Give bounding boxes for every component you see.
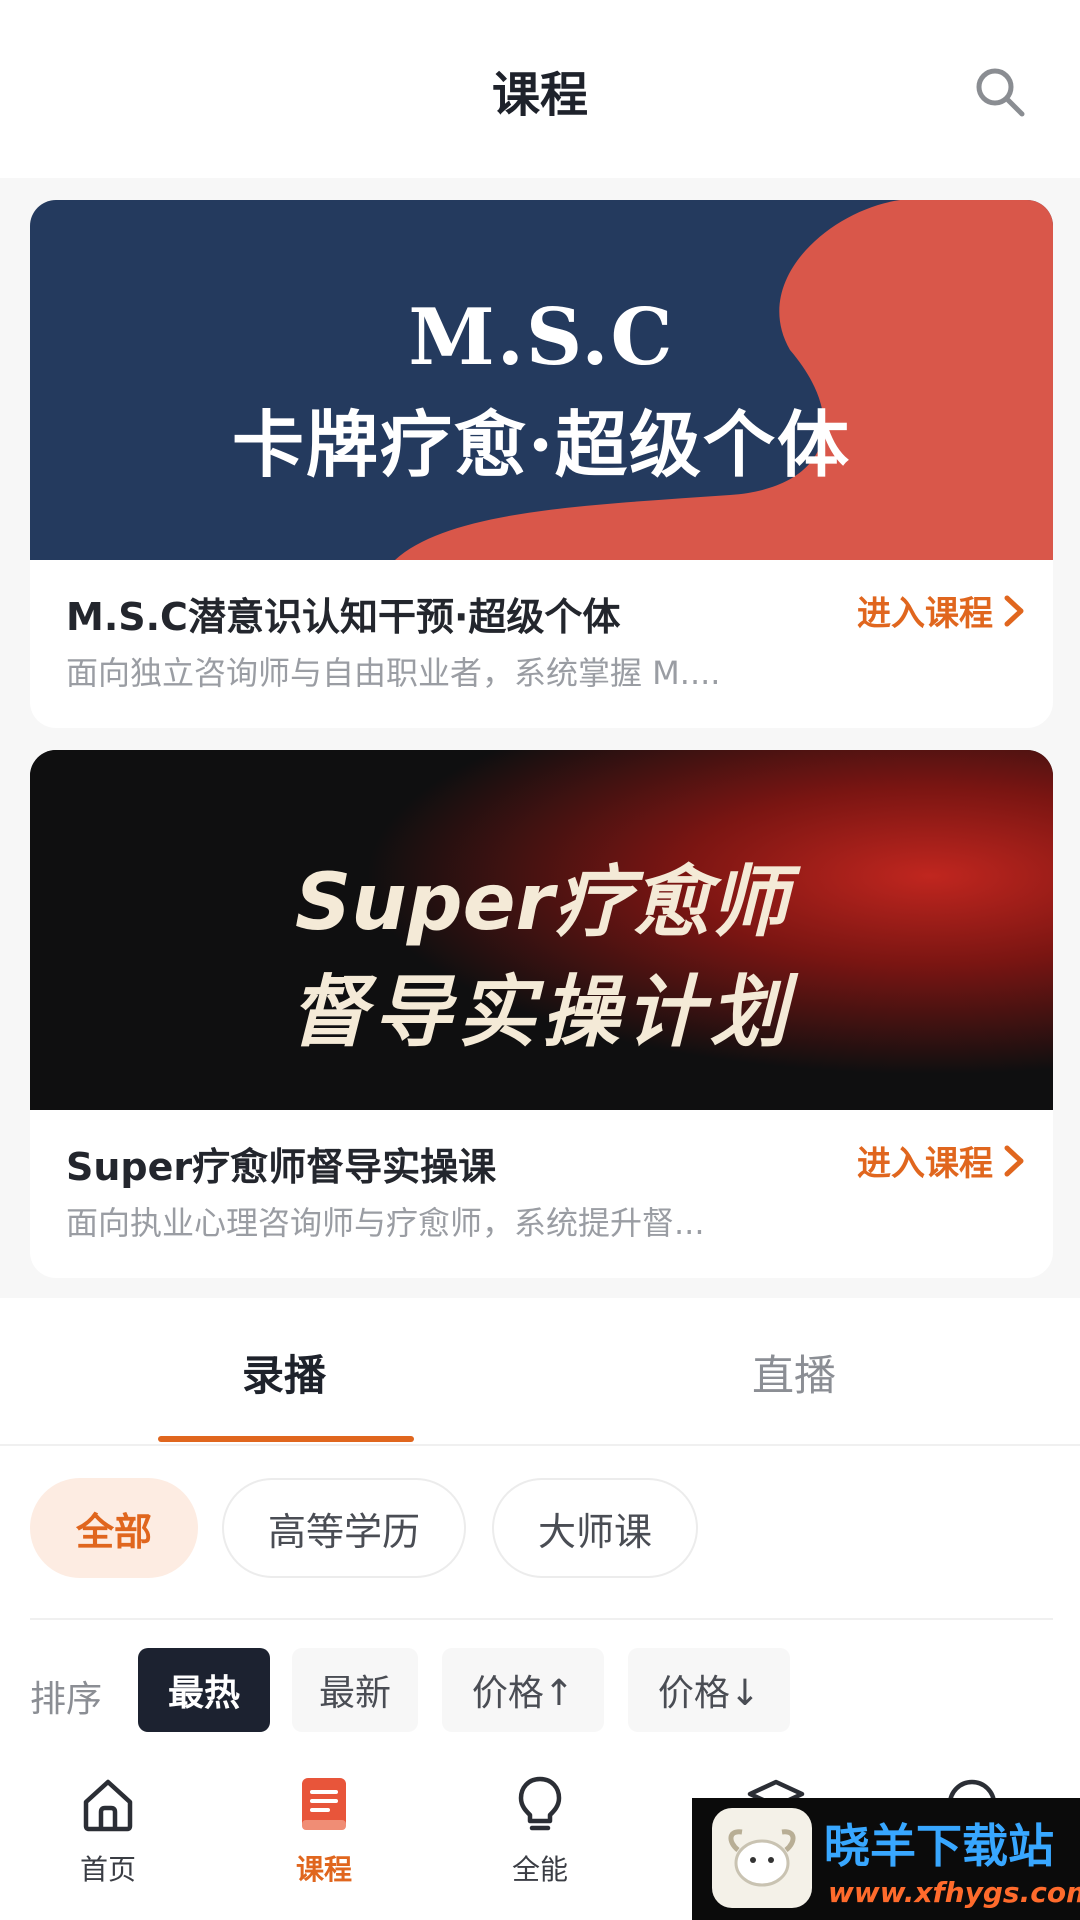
sort-hottest-button[interactable]: 最热 (138, 1648, 270, 1732)
enter-course-label: 进入课程 (857, 1144, 993, 1184)
book-icon (302, 1778, 346, 1830)
course-card[interactable]: M.S.C 卡牌疗愈·超级个体 M.S.C潜意识认知干预·超级个体 面向独立咨询… (30, 200, 1053, 728)
course-banner[interactable]: Super疗愈师 督导实操计划 (30, 750, 1053, 1110)
course-description: 面向独立咨询师与自由职业者，系统掌握 M.... (66, 654, 721, 692)
chevron-right-icon (1004, 595, 1024, 626)
lightbulb-icon (518, 1776, 562, 1831)
sort-price-asc-button[interactable]: 价格↑ (442, 1648, 604, 1732)
sort-label: 排序 (30, 1679, 103, 1720)
watermark-url: www.xfhygs.com (828, 1876, 1080, 1909)
watermark-title: 晓羊下载站 (824, 1819, 1054, 1873)
banner-title-line1: Super疗愈师 (295, 858, 788, 948)
banner-title-line2: 督导实操计划 (289, 968, 794, 1058)
nav-home[interactable]: 首页 (48, 1774, 168, 1888)
enter-course-button[interactable]: 进入课程 (857, 586, 1025, 635)
search-icon[interactable] (972, 64, 1028, 120)
nav-label: 课程 (295, 1853, 352, 1886)
divider (30, 1618, 1053, 1620)
watermark: 晓羊下载站 www.xfhygs.com (692, 1798, 1080, 1920)
enter-course-label: 进入课程 (857, 594, 993, 634)
course-title[interactable]: M.S.C潜意识认知干预·超级个体 (66, 586, 620, 641)
sort-newest-button[interactable]: 最新 (292, 1648, 418, 1732)
divider (0, 1444, 1080, 1446)
nav-label: 全能 (511, 1853, 568, 1886)
tab-live[interactable]: 直播 (752, 1342, 836, 1403)
top-bar: 课程 (0, 0, 1080, 178)
course-description: 面向执业心理咨询师与疗愈师，系统提升督... (66, 1204, 705, 1242)
nav-all-capable[interactable]: 全能 (480, 1774, 600, 1888)
category-chip-higher-education[interactable]: 高等学历 (222, 1478, 466, 1578)
category-chip-all[interactable]: 全部 (30, 1478, 198, 1578)
banner-title-line1: M.S.C (408, 292, 675, 383)
course-card[interactable]: Super疗愈师 督导实操计划 Super疗愈师督导实操课 面向执业心理咨询师与… (30, 750, 1053, 1278)
tab-recorded[interactable]: 录播 (242, 1342, 326, 1403)
banner-title-line2: 卡牌疗愈·超级个体 (231, 402, 852, 487)
active-tab-indicator (158, 1436, 414, 1442)
course-banner[interactable]: M.S.C 卡牌疗愈·超级个体 (30, 200, 1053, 560)
course-title[interactable]: Super疗愈师督导实操课 (66, 1136, 496, 1191)
sort-price-desc-button[interactable]: 价格↓ (628, 1648, 790, 1732)
page-title: 课程 (491, 67, 588, 123)
nav-label: 首页 (79, 1853, 136, 1886)
nav-course[interactable]: 课程 (264, 1774, 384, 1888)
home-icon (83, 1779, 133, 1832)
sheep-logo-icon (712, 1808, 812, 1908)
category-chip-masterclass[interactable]: 大师课 (492, 1478, 698, 1578)
chevron-right-icon (1004, 1145, 1024, 1176)
enter-course-button[interactable]: 进入课程 (857, 1136, 1025, 1185)
